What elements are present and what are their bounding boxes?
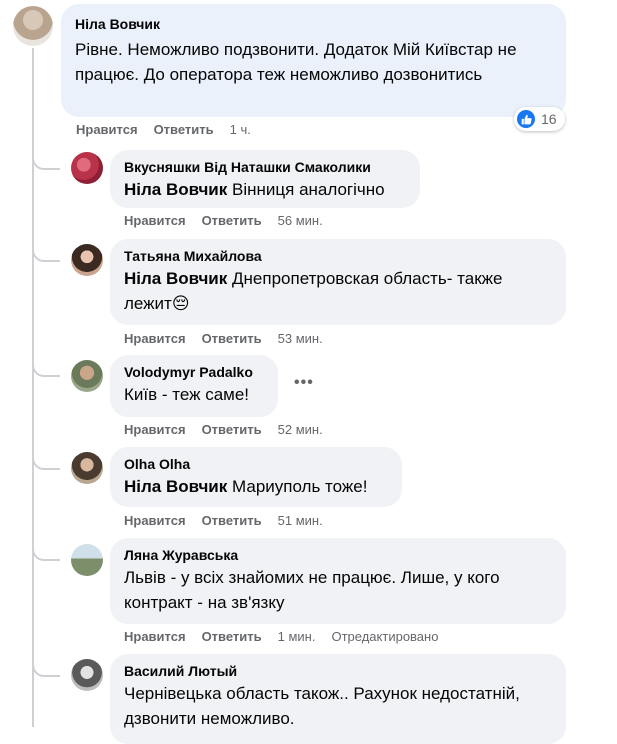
comment-text: Ніла Вовчик Вінниця аналогічно	[124, 180, 385, 199]
avatar[interactable]	[71, 659, 103, 691]
comment-text: Ніла Вовчик Днепропетровская область- та…	[124, 269, 503, 313]
avatar[interactable]	[13, 6, 53, 46]
comment-actions: Нравится Ответить 1 ч.	[76, 121, 267, 139]
comment-author[interactable]: Татьяна Михайлова	[124, 247, 554, 265]
comment-text: Чернівецька область також.. Рахунок недо…	[124, 684, 520, 728]
like-button[interactable]: Нравится	[124, 513, 186, 528]
comment-actions: Нравится Ответить 52 мин.	[124, 421, 339, 439]
comment-author[interactable]: Olha Olha	[124, 455, 390, 473]
like-button[interactable]: Нравится	[124, 331, 186, 346]
comment-author[interactable]: Ніла Вовчик	[75, 15, 554, 33]
like-button[interactable]: Нравится	[124, 422, 186, 437]
reply-button[interactable]: Ответить	[202, 213, 262, 228]
like-button[interactable]: Нравится	[124, 213, 186, 228]
comment-author[interactable]: Ляна Журавська	[124, 546, 554, 564]
thread-branch	[32, 450, 60, 470]
comment-actions: Нравится Ответить 1 мин. Отредактировано	[124, 628, 454, 646]
comment-timestamp[interactable]: 1 ч.	[230, 122, 251, 137]
mention-link[interactable]: Ніла Вовчик	[124, 269, 227, 288]
thread-branch	[32, 657, 60, 677]
comment-timestamp[interactable]: 53 мин.	[278, 331, 323, 346]
comment-text: Львів - у всіх знайомих не працює. Лише,…	[124, 568, 500, 612]
mention-link[interactable]: Ніла Вовчик	[124, 477, 227, 496]
comment-timestamp[interactable]: 52 мин.	[278, 422, 323, 437]
reply-button[interactable]: Ответить	[202, 422, 262, 437]
like-reaction-icon	[517, 110, 535, 128]
reply-button[interactable]: Ответить	[154, 122, 214, 137]
comment-actions: Нравится Ответить 56 мин.	[124, 212, 339, 230]
comment-author[interactable]: Volodymyr Padalko	[124, 363, 266, 381]
comment-timestamp[interactable]: 51 мин.	[278, 513, 323, 528]
comment-text: Ніла Вовчик Мариуполь тоже!	[124, 477, 368, 496]
avatar[interactable]	[71, 452, 103, 484]
comment-bubble: Olha Olha Ніла Вовчик Мариуполь тоже!	[110, 447, 402, 507]
reply-button[interactable]: Ответить	[202, 331, 262, 346]
comment-text: Київ - теж саме!	[124, 385, 250, 404]
like-button[interactable]: Нравится	[76, 122, 138, 137]
more-options-icon[interactable]: •••	[294, 374, 314, 392]
comment-timestamp[interactable]: 56 мин.	[278, 213, 323, 228]
comment-text: Рівне. Неможливо подзвонити. Додаток Мій…	[75, 40, 517, 84]
edited-label: Отредактировано	[331, 629, 439, 644]
comment-actions: Нравится Ответить 53 мин.	[124, 330, 339, 348]
avatar[interactable]	[71, 152, 103, 184]
comment-bubble: Volodymyr Padalko Київ - теж саме!	[110, 355, 278, 417]
avatar[interactable]	[71, 544, 103, 576]
comment-bubble: Вкусняшки Від Наташки Смаколики Ніла Вов…	[110, 150, 420, 208]
thread-branch	[32, 150, 60, 170]
reply-button[interactable]: Ответить	[202, 629, 262, 644]
mention-link[interactable]: Ніла Вовчик	[124, 180, 227, 199]
like-button[interactable]: Нравится	[124, 629, 186, 644]
thread-branch	[32, 357, 60, 377]
comment-actions: Нравится Ответить 51 мин.	[124, 512, 339, 530]
comment-author[interactable]: Вкусняшки Від Наташки Смаколики	[124, 158, 408, 176]
avatar[interactable]	[71, 244, 103, 276]
comment-author[interactable]: Василий Лютый	[124, 662, 554, 680]
reactions-badge[interactable]: 16	[514, 107, 565, 131]
avatar[interactable]	[71, 360, 103, 392]
comment-bubble: Василий Лютый Чернівецька область також.…	[110, 654, 566, 744]
reaction-count: 16	[541, 111, 557, 127]
comment-timestamp[interactable]: 1 мин.	[278, 629, 316, 644]
thread-branch	[32, 541, 60, 561]
comment-bubble: Татьяна Михайлова Ніла Вовчик Днепропетр…	[110, 239, 566, 325]
comment-bubble: Ніла Вовчик Рівне. Неможливо подзвонити.…	[61, 4, 566, 117]
comment-bubble: Ляна Журавська Львів - у всіх знайомих н…	[110, 538, 566, 624]
reply-button[interactable]: Ответить	[202, 513, 262, 528]
thread-branch	[32, 242, 60, 262]
